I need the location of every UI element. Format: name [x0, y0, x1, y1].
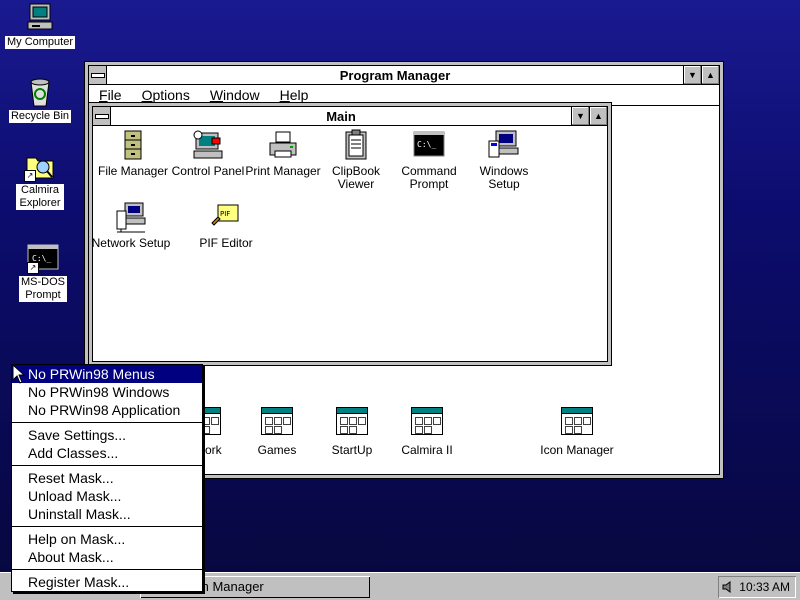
system-tray: 10:33 AM	[718, 576, 796, 598]
system-menu-icon	[94, 113, 109, 119]
menu-options[interactable]: Options	[132, 87, 200, 103]
computer-icon	[24, 2, 56, 34]
program-group-icon	[561, 407, 593, 435]
program-icon-label: Windows Setup	[479, 164, 529, 191]
desktop-icon-my-computer[interactable]: My Computer	[2, 2, 78, 49]
desktop-icon-recycle-bin[interactable]: Recycle Bin	[2, 76, 78, 123]
system-menu-icon	[90, 72, 105, 78]
program-icon-network-setup[interactable]: Network Setup	[86, 201, 176, 250]
maximize-arrow-icon: ▲	[594, 111, 603, 121]
main-titlebar[interactable]: Main ▼ ▲	[93, 107, 607, 126]
program-group-icon	[411, 407, 443, 435]
minimize-arrow-icon: ▼	[688, 70, 697, 80]
menu-separator	[12, 526, 202, 527]
maximize-arrow-icon: ▲	[706, 70, 715, 80]
windows-setup-icon	[488, 129, 520, 161]
menu-file[interactable]: File	[89, 87, 132, 103]
menu-item-about-mask[interactable]: About Mask...	[12, 548, 202, 566]
menu-item-register-mask[interactable]: Register Mask...	[12, 573, 202, 591]
program-icon-windows-setup[interactable]: Windows Setup	[459, 129, 549, 191]
program-icon-label: ClipBook Viewer	[331, 164, 381, 191]
clipbook-icon	[340, 129, 372, 161]
shortcut-arrow-icon: ↗	[27, 262, 39, 274]
shortcut-arrow-icon: ↗	[24, 170, 36, 182]
group-icon-calmira-ii[interactable]: Calmira II	[382, 407, 472, 457]
mouse-cursor-icon	[12, 364, 26, 384]
desktop-icon-label: MS-DOS Prompt	[19, 276, 67, 302]
menu-separator	[12, 465, 202, 466]
menu-separator	[12, 569, 202, 570]
desktop-icon-ms-dos-prompt[interactable]: C:\_ ↗ MS-DOS Prompt	[5, 242, 81, 302]
menu-item-no-prwin98-application[interactable]: No PRWin98 Application	[12, 401, 202, 419]
menu-item-add-classes[interactable]: Add Classes...	[12, 444, 202, 462]
system-menu-button[interactable]	[89, 66, 107, 84]
desktop-icon-label: Recycle Bin	[8, 110, 72, 123]
clock[interactable]: 10:33 AM	[739, 576, 790, 598]
explorer-icon: ↗	[24, 150, 56, 182]
network-setup-icon	[115, 201, 147, 233]
main-group-window: Main ▼ ▲ File Manager Control Panel Prin…	[88, 102, 612, 366]
program-group-icon	[336, 407, 368, 435]
desktop-icon-calmira-explorer[interactable]: ↗ Calmira Explorer	[2, 150, 78, 210]
menu-item-unload-mask[interactable]: Unload Mask...	[12, 487, 202, 505]
program-icon-label: PIF Editor	[199, 236, 253, 250]
menu-help[interactable]: Help	[270, 87, 319, 103]
maximize-button[interactable]: ▲	[701, 66, 719, 84]
menu-window[interactable]: Window	[200, 87, 270, 103]
program-icon-label: Command Prompt	[401, 164, 457, 191]
menu-separator	[12, 422, 202, 423]
desktop-icon-label: My Computer	[4, 36, 76, 49]
minimize-arrow-icon: ▼	[576, 111, 585, 121]
group-minimize-button[interactable]: ▼	[571, 107, 589, 125]
program-manager-titlebar[interactable]: Program Manager ▼ ▲	[89, 66, 719, 85]
desktop-icon-label: Calmira Explorer	[16, 184, 64, 210]
dos-prompt-icon: C:\_ ↗	[27, 242, 59, 274]
program-icon-label: Network Setup	[91, 236, 171, 250]
menu-item-uninstall-mask[interactable]: Uninstall Mask...	[12, 505, 202, 523]
group-system-menu-button[interactable]	[93, 107, 111, 125]
speaker-icon[interactable]	[721, 580, 735, 594]
file-cabinet-icon	[117, 129, 149, 161]
minimize-button[interactable]: ▼	[683, 66, 701, 84]
mask-context-menu: No PRWin98 Menus No PRWin98 Windows No P…	[11, 364, 203, 592]
command-prompt-glyph: C:\_	[417, 140, 436, 149]
printer-icon	[267, 129, 299, 161]
group-icon-label: Icon Manager	[540, 443, 614, 457]
menu-item-reset-mask[interactable]: Reset Mask...	[12, 469, 202, 487]
program-icon-pif-editor[interactable]: PIF PIF Editor	[181, 201, 271, 250]
program-group-icon	[261, 407, 293, 435]
pif-editor-icon: PIF	[210, 201, 242, 233]
main-title: Main	[326, 108, 356, 124]
group-icon-label: Calmira II	[401, 443, 453, 457]
control-panel-icon	[192, 129, 224, 161]
group-maximize-button[interactable]: ▲	[589, 107, 607, 125]
pif-editor-glyph: PIF	[220, 210, 230, 218]
command-prompt-icon: C:\_	[413, 129, 445, 161]
program-manager-title: Program Manager	[339, 67, 451, 83]
recycle-bin-icon	[24, 76, 56, 108]
menu-item-no-prwin98-menus[interactable]: No PRWin98 Menus	[12, 365, 202, 383]
menu-item-no-prwin98-windows[interactable]: No PRWin98 Windows	[12, 383, 202, 401]
menu-item-help-on-mask[interactable]: Help on Mask...	[12, 530, 202, 548]
menu-item-save-settings[interactable]: Save Settings...	[12, 426, 202, 444]
group-icon-icon-manager[interactable]: Icon Manager	[532, 407, 622, 457]
